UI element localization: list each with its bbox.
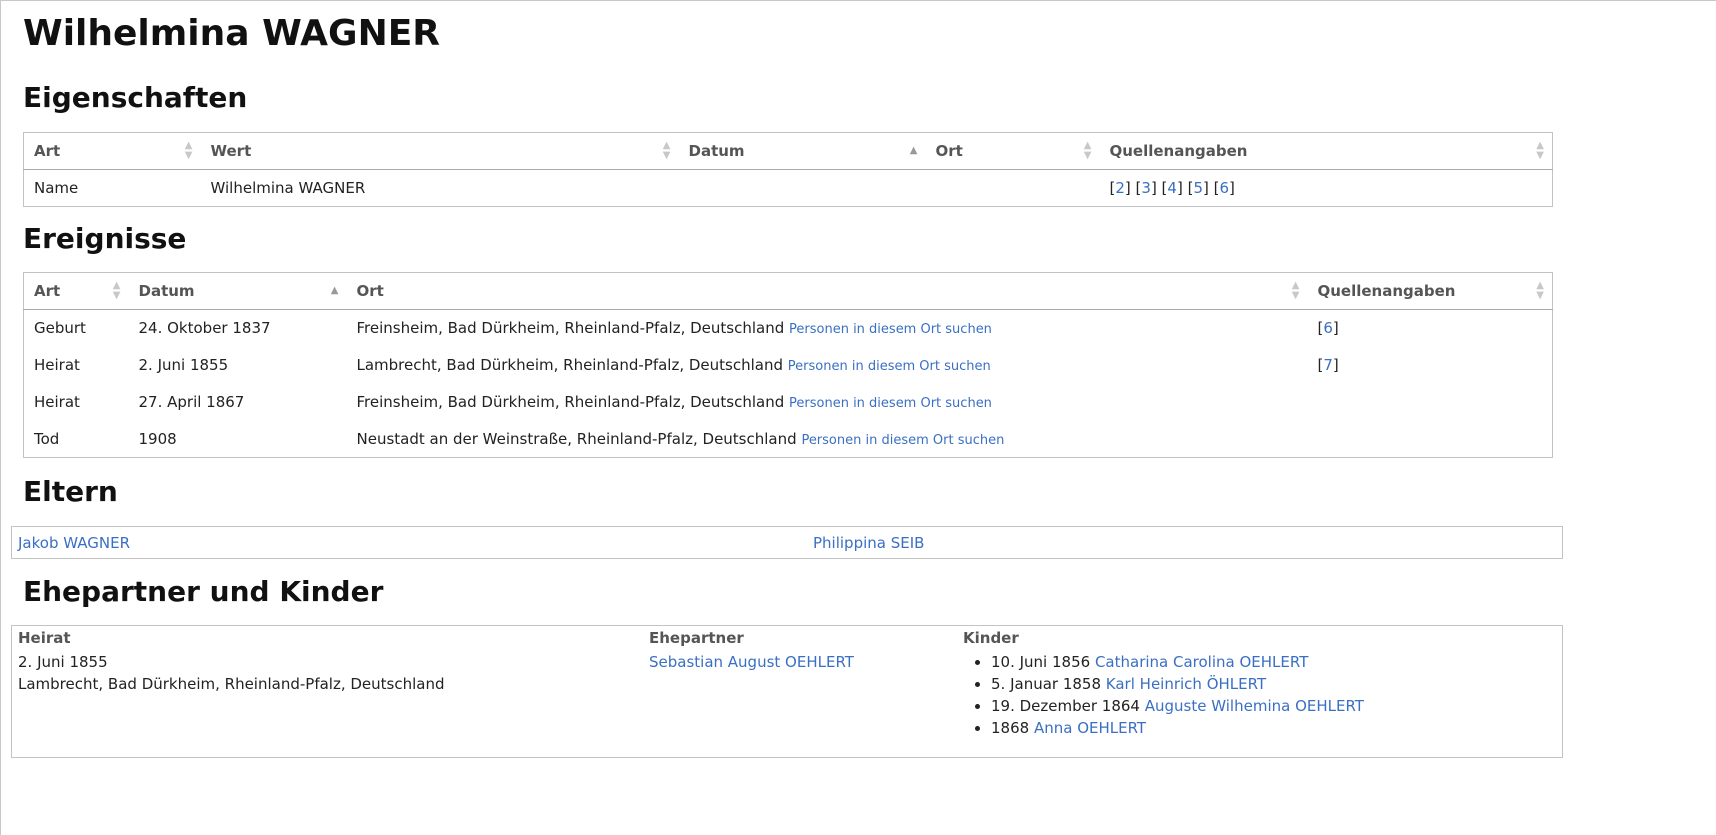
column-header-ort[interactable]: Ort ▲ ▼ (346, 272, 1308, 310)
event-place: Neustadt an der Weinstraße, Rheinland-Pf… (356, 429, 1005, 448)
sort-icon: ▲ ▼ (1083, 140, 1092, 161)
events-header-row: Art ▲ ▼ Datum ▲ Ort ▲ ▼ Quellenangaben ▲ ▼ (23, 272, 1553, 310)
source-link[interactable]: 2 (1115, 179, 1125, 197)
column-header-datum[interactable]: Datum ▲ (128, 272, 347, 310)
source-link[interactable]: 6 (1219, 179, 1229, 197)
column-header-wert[interactable]: Wert ▲ ▼ (200, 132, 679, 170)
table-row: Name Wilhelmina WAGNER [2] [3] [4] [5] [… (24, 170, 1553, 207)
children-header: Kinder (963, 629, 1019, 647)
list-item: 1868 Anna OEHLERT (991, 717, 1543, 739)
column-header-datum[interactable]: Datum ▲ (678, 132, 926, 170)
property-date (679, 170, 926, 207)
source-link[interactable]: 6 (1323, 319, 1333, 337)
event-place: Freinsheim, Bad Dürkheim, Rheinland-Pfal… (356, 319, 992, 338)
sort-icon: ▲ ▼ (184, 140, 193, 161)
column-header-ort[interactable]: Ort ▲ ▼ (925, 132, 1100, 170)
list-item: 10. Juni 1856 Catharina Carolina OEHLERT (991, 651, 1543, 673)
event-type: Tod (34, 429, 60, 448)
source-link[interactable]: 7 (1323, 356, 1333, 374)
family-heading: Ehepartner und Kinder (23, 575, 384, 608)
sort-icon: ▲ ▼ (112, 280, 121, 301)
sort-icon: ▲ ▼ (1291, 280, 1300, 301)
list-item: 19. Dezember 1864 Auguste Wilhemina OEHL… (991, 695, 1543, 717)
page-frame: Wilhelmina WAGNER Eigenschaften Art ▲ ▼ We… (0, 0, 1716, 835)
child-link[interactable]: Karl Heinrich ÖHLERT (1106, 675, 1266, 693)
event-type: Heirat (34, 393, 80, 411)
event-date: 1908 (138, 429, 177, 448)
property-type: Name (34, 179, 79, 197)
event-place: Freinsheim, Bad Dürkheim, Rheinland-Pfal… (356, 393, 992, 411)
property-place (926, 170, 1100, 207)
search-place-link[interactable]: Personen in diesem Ort suchen (788, 359, 991, 374)
child-link[interactable]: Anna OEHLERT (1034, 719, 1146, 737)
marriage-header: Heirat (18, 629, 71, 647)
event-type: Geburt (34, 319, 86, 338)
event-type: Heirat (34, 356, 80, 374)
parents-heading: Eltern (23, 475, 118, 508)
father-link[interactable]: Jakob WAGNER (18, 534, 130, 552)
event-sources (1308, 421, 1553, 458)
parents-box: Jakob WAGNER Philippina SEIB (11, 526, 1563, 559)
event-date: 2. Juni 1855 (138, 356, 229, 374)
source-link[interactable]: 3 (1141, 179, 1151, 197)
event-date: 27. April 1867 (138, 393, 245, 411)
property-sources: [2] [3] [4] [5] [6] (1109, 179, 1235, 197)
property-value: Wilhelmina WAGNER (210, 179, 366, 197)
search-place-link[interactable]: Personen in diesem Ort suchen (789, 396, 992, 411)
sort-ascending-icon: ▲ (909, 145, 918, 156)
source-link[interactable]: 5 (1193, 179, 1203, 197)
sort-icon: ▲ ▼ (662, 140, 671, 161)
properties-heading: Eigenschaften (23, 81, 248, 114)
search-place-link[interactable]: Personen in diesem Ort suchen (801, 433, 1004, 448)
spouse-column: Ehepartner Sebastian August OEHLERT (649, 626, 949, 673)
spouse-header: Ehepartner (649, 629, 744, 647)
sort-icon: ▲ ▼ (1536, 140, 1544, 161)
child-link[interactable]: Catharina Carolina OEHLERT (1095, 653, 1308, 671)
spouse-link[interactable]: Sebastian August OEHLERT (649, 653, 854, 671)
mother-link[interactable]: Philippina SEIB (813, 534, 924, 552)
event-sources: [7] (1317, 356, 1339, 374)
column-header-art[interactable]: Art ▲ ▼ (23, 272, 129, 310)
marriage-date: 2. Juni 1855 (18, 653, 108, 671)
event-date: 24. Oktober 1837 (138, 319, 271, 338)
family-box: Heirat 2. Juni 1855 Lambrecht, Bad Dürkh… (11, 625, 1563, 758)
events-table: Art ▲ ▼ Datum ▲ Ort ▲ ▼ Quellenangaben ▲ ▼ Gebu… (23, 272, 1553, 458)
events-heading: Ereignisse (23, 222, 187, 255)
children-column: Kinder 10. Juni 1856 Catharina Carolina … (963, 626, 1543, 739)
properties-table: Art ▲ ▼ Wert ▲ ▼ Datum ▲ Ort ▲ ▼ Quellenangaben… (23, 132, 1553, 207)
column-header-art[interactable]: Art ▲ ▼ (23, 132, 201, 170)
event-sources: [6] (1317, 319, 1339, 338)
children-list: 10. Juni 1856 Catharina Carolina OEHLERT… (963, 651, 1543, 739)
table-row: Heirat 27. April 1867 Freinsheim, Bad Dü… (24, 384, 1553, 421)
table-row: Heirat 2. Juni 1855 Lambrecht, Bad Dürkh… (24, 347, 1553, 384)
table-row: Tod 1908 Neustadt an der Weinstraße, Rhe… (24, 421, 1553, 458)
table-row: Geburt 24. Oktober 1837 Freinsheim, Bad … (24, 310, 1553, 347)
source-link[interactable]: 4 (1167, 179, 1177, 197)
column-header-quellenangaben[interactable]: Quellenangaben ▲ ▼ (1307, 272, 1553, 310)
list-item: 5. Januar 1858 Karl Heinrich ÖHLERT (991, 673, 1543, 695)
sort-icon: ▲ ▼ (1536, 280, 1544, 301)
column-header-quellenangaben[interactable]: Quellenangaben ▲ ▼ (1099, 132, 1553, 170)
properties-header-row: Art ▲ ▼ Wert ▲ ▼ Datum ▲ Ort ▲ ▼ Quellenangaben… (23, 132, 1553, 170)
page-title: Wilhelmina WAGNER (23, 13, 441, 54)
child-link[interactable]: Auguste Wilhemina OEHLERT (1145, 697, 1364, 715)
event-sources (1308, 384, 1553, 421)
search-place-link[interactable]: Personen in diesem Ort suchen (789, 322, 992, 337)
marriage-place: Lambrecht, Bad Dürkheim, Rheinland-Pfalz… (18, 675, 445, 693)
sort-ascending-icon: ▲ (330, 285, 339, 296)
event-place: Lambrecht, Bad Dürkheim, Rheinland-Pfalz… (356, 356, 991, 374)
marriage-column: Heirat 2. Juni 1855 Lambrecht, Bad Dürkh… (18, 626, 618, 695)
